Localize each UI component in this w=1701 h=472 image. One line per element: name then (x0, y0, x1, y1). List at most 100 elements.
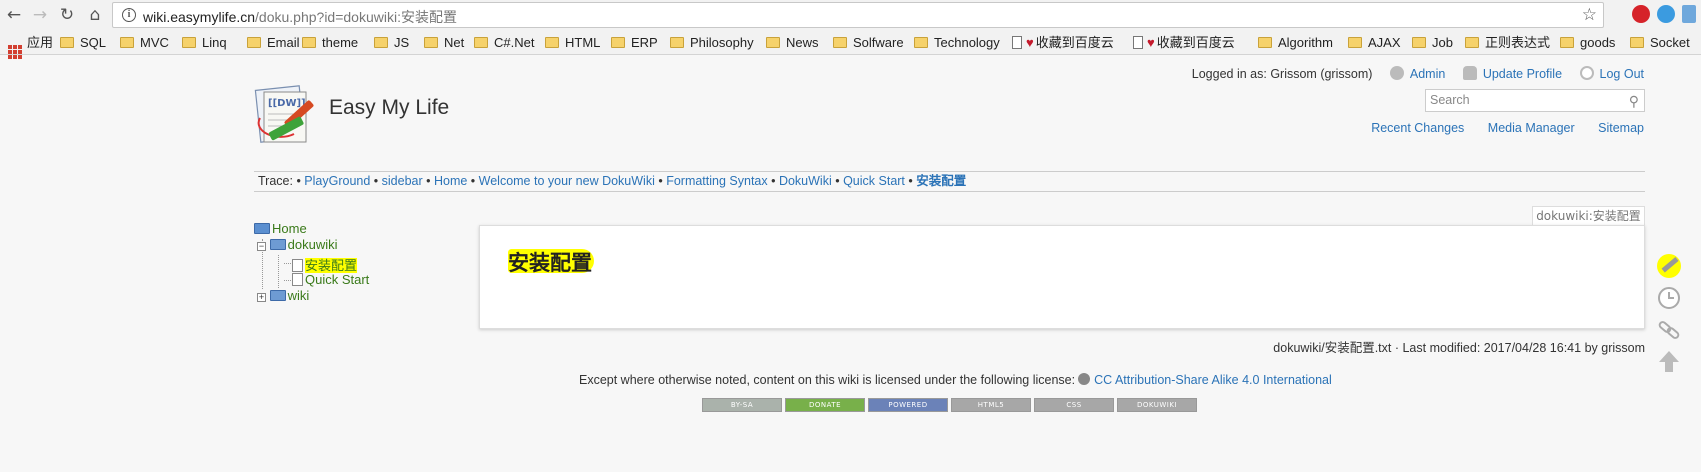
bookmark-item[interactable]: C#.Net (474, 34, 534, 52)
forward-arrow-icon[interactable]: → (28, 3, 52, 27)
bookmark-item[interactable]: ERP (611, 34, 658, 52)
site-tools: Recent Changes Media Manager Sitemap (1351, 121, 1644, 135)
folder-icon (1560, 37, 1574, 48)
bookmark-item[interactable]: News (766, 34, 819, 52)
bookmark-label: Net (444, 35, 465, 50)
search-icon[interactable]: ⚲ (1629, 93, 1639, 110)
bookmark-item[interactable]: theme (302, 34, 358, 52)
trace-separator: • (422, 174, 434, 188)
bookmark-item[interactable]: Net (424, 34, 464, 52)
folder-icon (766, 37, 780, 48)
w3c-html5-badge[interactable]: HTML5 (951, 398, 1031, 412)
heart-icon: ♥ (1147, 35, 1155, 50)
trace-label: Trace: (258, 174, 297, 188)
bookmark-label: 收藏到百度云 (1156, 35, 1235, 50)
sidebar-item-home[interactable]: Home (254, 221, 307, 236)
address-bar[interactable]: i wiki.easymylife.cn/doku.php?id=dokuwik… (112, 2, 1604, 28)
extension-icon[interactable] (1657, 5, 1675, 23)
bookmark-item[interactable]: 应用 (8, 34, 54, 59)
recent-changes-link[interactable]: Recent Changes (1371, 121, 1464, 135)
bookmark-item[interactable]: ♥ 收藏到百度云 (1012, 34, 1114, 52)
bookmark-item[interactable]: AJAX (1348, 34, 1401, 52)
folder-icon (302, 37, 316, 48)
edit-pencil-icon[interactable] (1656, 252, 1682, 278)
logout-link[interactable]: Log Out (1600, 67, 1644, 81)
bookmark-item[interactable]: Algorithm (1258, 34, 1333, 52)
bookmark-item[interactable]: HTML (545, 34, 600, 52)
folder-icon (545, 37, 559, 48)
folder-icon (1258, 37, 1272, 48)
expand-icon[interactable]: + (257, 293, 266, 302)
bookmark-item[interactable]: Philosophy (670, 34, 754, 52)
logged-in-text: Logged in as: Grissom (grissom) (1191, 67, 1373, 81)
dokuwiki-logo[interactable]: [[DW]] (254, 84, 320, 148)
sitemap-link[interactable]: Sitemap (1598, 121, 1644, 135)
reload-icon[interactable]: ↻ (55, 3, 79, 27)
bookmark-item[interactable]: Email (247, 34, 300, 52)
bookmark-label: 应用 (27, 35, 54, 50)
bookmark-label: Job (1432, 35, 1453, 50)
dokuwiki-badge[interactable]: DOKUWIKI (1117, 398, 1197, 412)
trace-link[interactable]: sidebar (382, 174, 423, 188)
trace-link[interactable]: Home (434, 174, 467, 188)
donate-badge[interactable]: DONATE (785, 398, 865, 412)
opera-extension-icon[interactable] (1632, 5, 1650, 23)
bookmark-item[interactable]: 正则表达式 (1465, 34, 1550, 52)
w3c-css-badge[interactable]: CSS (1034, 398, 1114, 412)
media-manager-link[interactable]: Media Manager (1488, 121, 1575, 135)
back-to-top-arrow-icon[interactable] (1656, 348, 1682, 374)
trace-link[interactable]: Welcome to your new DokuWiki (479, 174, 655, 188)
back-arrow-icon[interactable]: ← (2, 3, 26, 27)
bookmark-item[interactable]: goods (1560, 34, 1615, 52)
bookmark-item[interactable]: JS (374, 34, 409, 52)
trace-link[interactable]: DokuWiki (779, 174, 832, 188)
bookmark-label: Technology (934, 35, 1000, 50)
url-text[interactable]: wiki.easymylife.cn/doku.php?id=dokuwiki:… (143, 7, 457, 27)
trace-link[interactable]: Formatting Syntax (666, 174, 767, 188)
bookmark-item[interactable]: Linq (182, 34, 227, 52)
bookmark-label: 正则表达式 (1485, 35, 1551, 50)
bookmark-item[interactable]: Socket (1630, 34, 1690, 52)
cc-by-sa-badge[interactable]: BY-SA (702, 398, 782, 412)
bookmark-label: C#.Net (494, 35, 535, 50)
page-content: 安装配置 (479, 225, 1645, 329)
user-icon (1462, 66, 1477, 80)
trace-separator: • (904, 174, 917, 188)
backlinks-chain-icon[interactable] (1656, 316, 1682, 342)
sidebar-item-wiki[interactable]: + wiki (257, 288, 309, 303)
bookmark-label: HTML (565, 35, 601, 50)
browser-toolbar: ← → ↻ ⌂ i wiki.easymylife.cn/doku.php?id… (0, 0, 1701, 31)
trace-link[interactable]: Quick Start (843, 174, 905, 188)
sidebar-item-dokuwiki[interactable]: − dokuwiki (257, 237, 337, 252)
bookmark-label: MVC (140, 35, 169, 50)
bookmark-item[interactable]: MVC (120, 34, 169, 52)
page-icon (292, 273, 303, 286)
bookmark-item[interactable]: Technology (914, 34, 1000, 52)
bookmark-label: 收藏到百度云 (1035, 35, 1114, 50)
bookmark-star-icon[interactable]: ☆ (1582, 5, 1597, 25)
bookmark-item[interactable]: ♥ 收藏到百度云 (1133, 34, 1235, 52)
update-profile-link[interactable]: Update Profile (1483, 67, 1562, 81)
heart-icon: ♥ (1026, 35, 1034, 50)
home-icon[interactable]: ⌂ (83, 3, 107, 27)
bookmark-item[interactable]: Job (1412, 34, 1453, 52)
site-title[interactable]: Easy My Life (329, 96, 449, 120)
license-link[interactable]: CC Attribution-Share Alike 4.0 Internati… (1094, 373, 1332, 387)
bookmark-item[interactable]: SQL (60, 34, 106, 52)
info-icon[interactable]: i (122, 8, 136, 22)
search-input[interactable]: Search ⚲ (1425, 89, 1645, 112)
revisions-clock-icon[interactable] (1656, 285, 1682, 311)
bookmark-item[interactable]: Solfware (833, 34, 904, 52)
page-id: dokuwiki:安装配置 (1532, 206, 1645, 225)
folder-icon (247, 37, 261, 48)
extension-icon[interactable] (1682, 5, 1696, 23)
trace-link[interactable]: PlayGround (304, 174, 370, 188)
trace-link[interactable]: 安装配置 (916, 174, 966, 188)
user-tools: Logged in as: Grissom (grissom) Admin Up… (1192, 66, 1644, 81)
folder-icon (611, 37, 625, 48)
trace-separator: • (831, 174, 844, 188)
sidebar-item-quickstart[interactable]: Quick Start (292, 272, 369, 287)
admin-link[interactable]: Admin (1410, 67, 1445, 81)
collapse-icon[interactable]: − (257, 242, 266, 251)
php-powered-badge[interactable]: POWERED (868, 398, 948, 412)
